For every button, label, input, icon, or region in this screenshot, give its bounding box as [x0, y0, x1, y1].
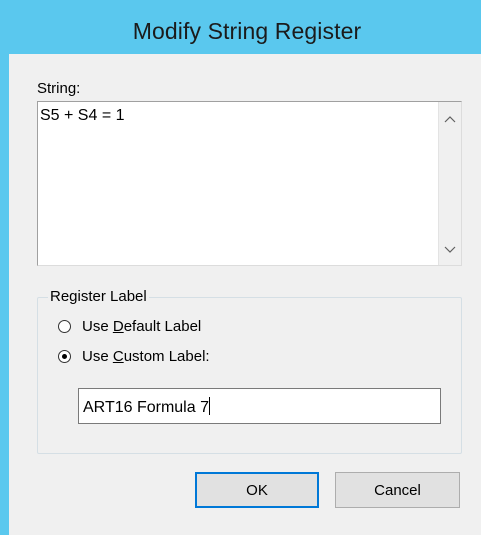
scroll-up-button[interactable] — [439, 108, 461, 129]
custom-label-radio-option[interactable]: Use Custom Label: — [58, 348, 210, 365]
chevron-down-icon — [444, 241, 456, 259]
text-caret — [208, 397, 210, 415]
chevron-up-icon — [444, 110, 456, 128]
dialog-window: Modify String Register String: S5 + S4 =… — [0, 0, 481, 535]
window-title: Modify String Register — [132, 18, 362, 44]
default-label-radio-option[interactable]: Use Default Label — [58, 318, 201, 335]
default-label-radio-label[interactable]: Use Default Label — [82, 318, 201, 335]
default-label-radio[interactable] — [58, 320, 71, 333]
title-bar[interactable]: Modify String Register — [0, 0, 481, 54]
custom-label-value: ART16 Formula 7 — [83, 399, 209, 416]
radio-selected-dot — [62, 354, 67, 359]
register-label-group: Register Label Use Default Label Use Cus… — [37, 288, 462, 454]
string-label: String: — [37, 80, 81, 97]
string-textarea[interactable]: S5 + S4 = 1 — [37, 101, 462, 266]
custom-label-input[interactable]: ART16 Formula 7 — [78, 388, 441, 424]
dialog-client-area: String: S5 + S4 = 1 Register Label Use D… — [9, 54, 481, 535]
ok-button[interactable]: OK — [195, 472, 319, 508]
string-value: S5 + S4 = 1 — [40, 107, 125, 124]
vertical-scrollbar[interactable] — [438, 102, 461, 265]
accelerator-key: C — [112, 348, 124, 365]
cancel-button[interactable]: Cancel — [335, 472, 460, 508]
custom-label-radio-label[interactable]: Use Custom Label: — [82, 348, 210, 365]
scroll-down-button[interactable] — [439, 239, 461, 260]
custom-label-radio[interactable] — [58, 350, 71, 363]
accelerator-key: D — [112, 318, 124, 335]
group-legend: Register Label — [48, 288, 149, 305]
